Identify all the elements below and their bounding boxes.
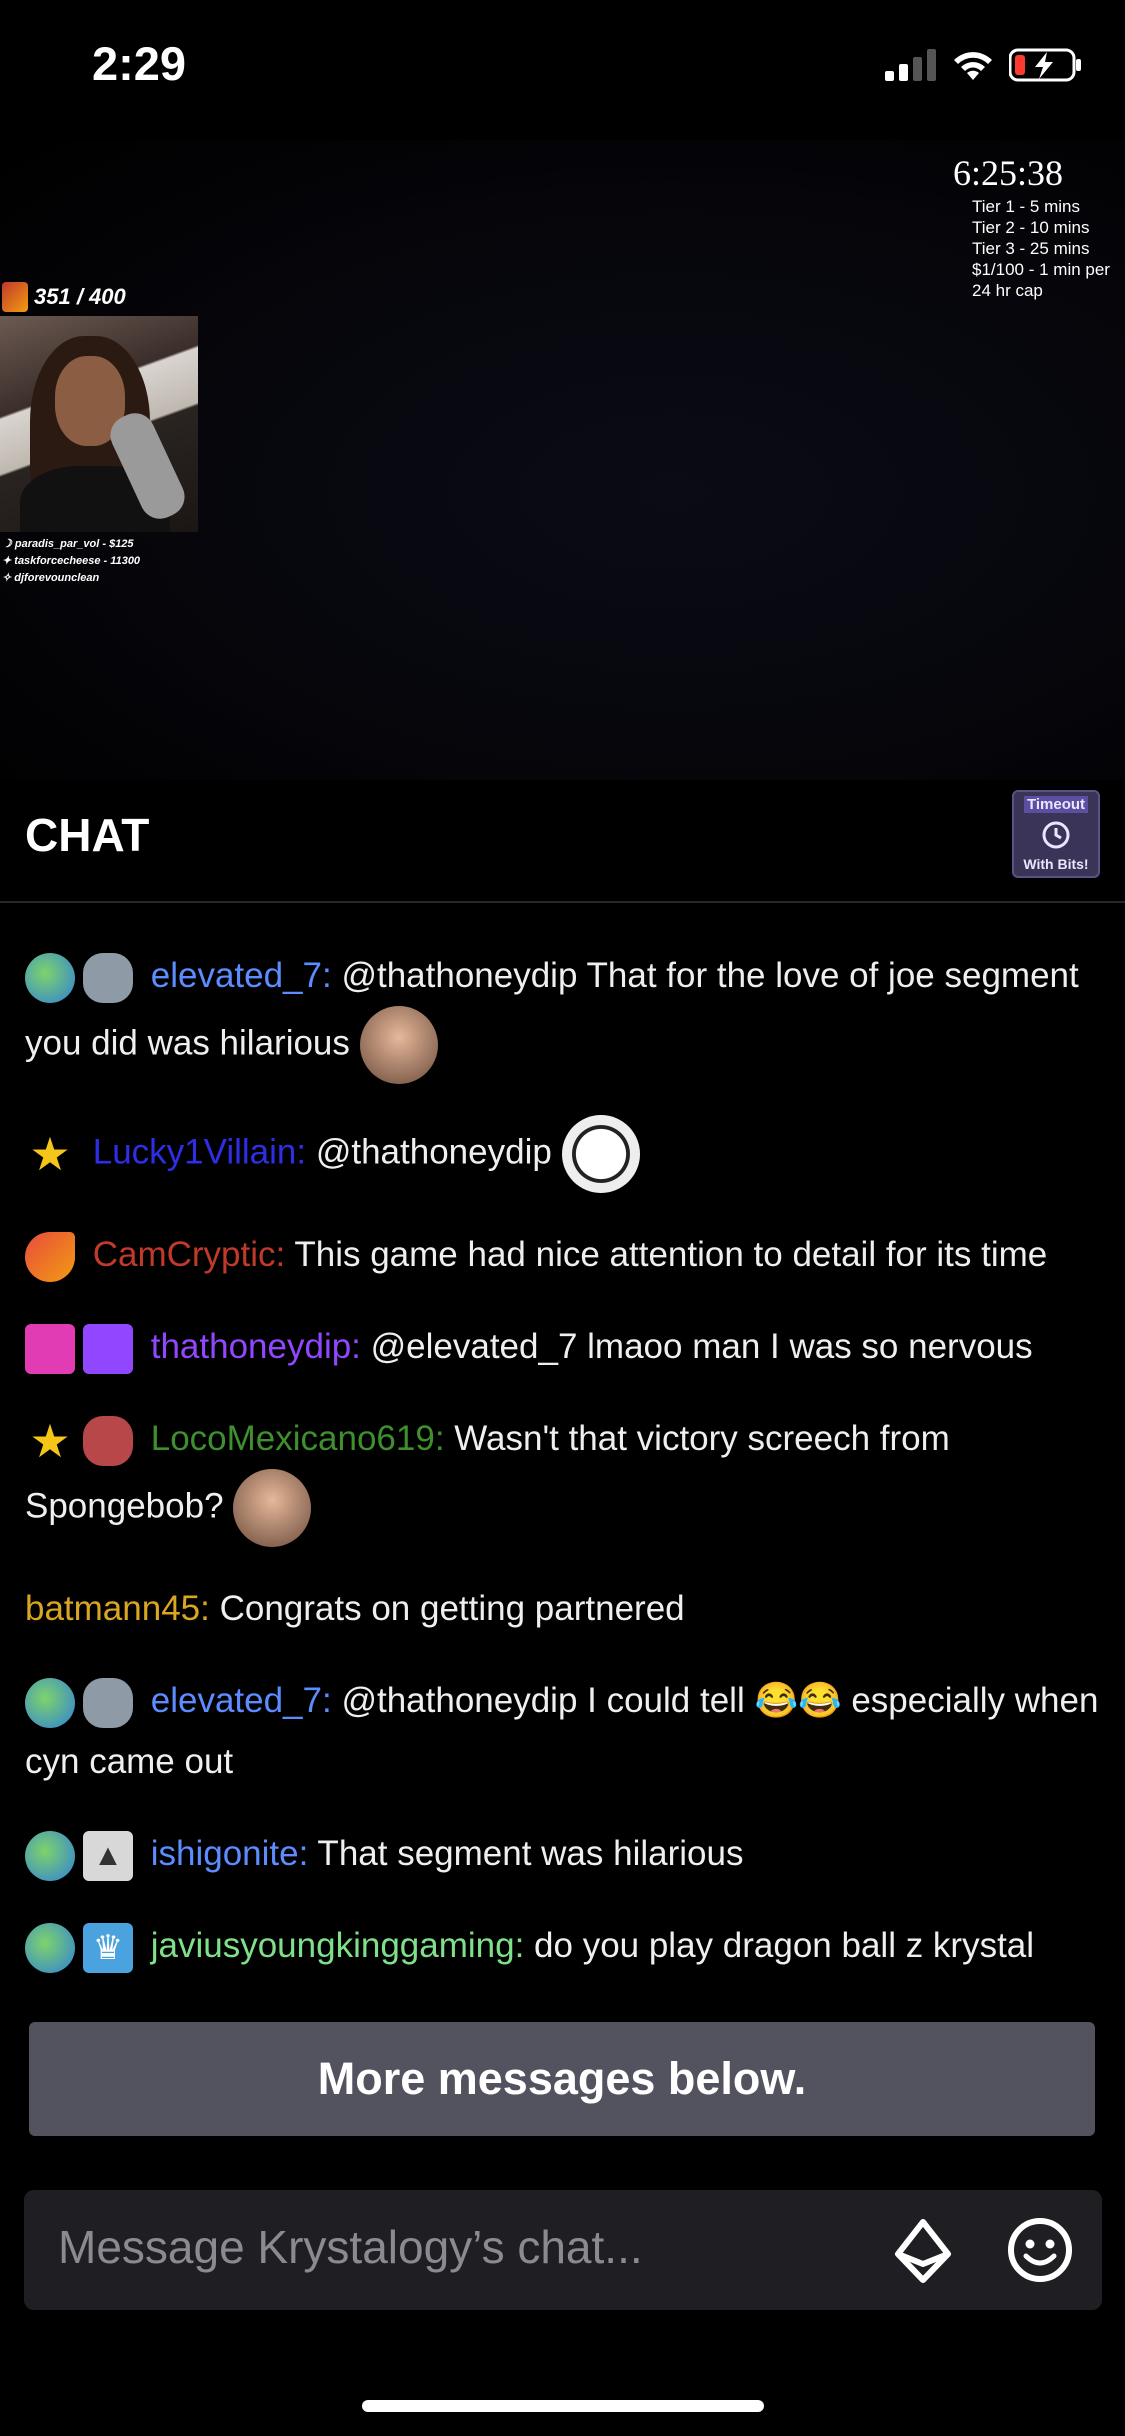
chat-text: Congrats on getting partnered <box>209 1589 685 1628</box>
chat-text: This game had nice attention to detail f… <box>285 1235 1048 1274</box>
wifi-icon <box>954 52 992 80</box>
diamond-badge-icon <box>25 1323 75 1374</box>
signal-icon <box>885 49 936 81</box>
chat-message: batmann45: Congrats on getting partnered <box>25 1578 1105 1639</box>
clock-icon <box>1042 821 1070 848</box>
chat-text: @elevated_7 lmaoo man I was so nervous <box>360 1327 1033 1366</box>
with-bits-label: With Bits! <box>1023 856 1089 872</box>
chat-message: ♛ javiusyoungkinggaming: do you play dra… <box>25 1915 1105 1976</box>
tier-line: Tier 2 - 10 mins <box>972 218 1090 237</box>
subathon-tiers: Tier 1 - 5 mins Tier 2 - 10 mins Tier 3 … <box>972 196 1110 301</box>
top-donors: ☽ paradis_par_vol - $125 ✦ taskforcechee… <box>2 536 140 587</box>
chat-username[interactable]: ishigonite: <box>151 1834 309 1873</box>
chat-username[interactable]: Lucky1Villain: <box>93 1132 306 1171</box>
chat-message: CamCryptic: This game had nice attention… <box>25 1224 1105 1285</box>
chat-text: That segment was hilarious <box>308 1834 744 1873</box>
donor-line: ✦ taskforcecheese - 11300 <box>2 555 141 567</box>
globe-badge-icon <box>25 1830 75 1881</box>
crown-badge-icon: ♛ <box>83 1922 133 1973</box>
sub-goal: 351 / 400 <box>2 282 126 312</box>
chat-username[interactable]: elevated_7: <box>151 1681 332 1720</box>
goal-icon <box>2 282 28 312</box>
tier-line: Tier 1 - 5 mins <box>972 197 1081 216</box>
chat-username[interactable]: javiusyoungkinggaming: <box>151 1926 525 1965</box>
chat-message: elevated_7: @thathoneydip I could tell 😂… <box>25 1670 1105 1792</box>
chat-username[interactable]: elevated_7: <box>151 956 332 995</box>
timeout-with-bits-button[interactable]: Timeout With Bits! <box>1012 790 1100 878</box>
bearded-face-emote <box>233 1469 312 1547</box>
verified-badge-icon <box>83 1323 133 1374</box>
chat-username[interactable]: thathoneydip: <box>151 1327 361 1366</box>
chat-text: do you play dragon ball z krystal <box>524 1926 1035 1965</box>
status-time: 2:29 <box>92 37 187 90</box>
chat-input-placeholder: Message Krystalogy’s chat... <box>58 2221 643 2273</box>
battery-low-charging-icon <box>1009 48 1081 82</box>
chat-message-list[interactable]: elevated_7: @thathoneydip That for the l… <box>25 945 1105 2167</box>
star-badge-icon: ★ <box>29 1414 71 1467</box>
chat-title: CHAT <box>25 809 150 861</box>
emote-picker-button[interactable] <box>1006 2216 1074 2289</box>
donor-line: ☽ paradis_par_vol - $125 <box>2 538 134 550</box>
donor-line: ✧ djforevounclean <box>2 572 100 584</box>
triangle-badge-icon: ▲ <box>83 1830 133 1881</box>
timeout-label: Timeout <box>1023 796 1089 813</box>
chat-username[interactable]: CamCryptic: <box>93 1235 286 1274</box>
robot-badge-icon <box>83 1415 133 1466</box>
star-badge-icon: ★ <box>29 1128 71 1180</box>
chat-message: ★ LocoMexicano619: Wasn't that victory s… <box>25 1408 1105 1547</box>
smiley-icon <box>1008 2218 1072 2282</box>
chat-message: thathoneydip: @elevated_7 lmaoo man I wa… <box>25 1316 1105 1377</box>
webcam-feed <box>0 316 198 532</box>
bits-button[interactable] <box>892 2218 954 2289</box>
tier-line: $1/100 - 1 min per <box>972 260 1110 279</box>
bits-icon <box>895 2219 951 2283</box>
rocket-badge-icon <box>25 1231 75 1282</box>
globe-badge-icon <box>25 1922 75 1973</box>
chat-divider <box>0 901 1125 903</box>
panda-emote <box>561 1115 640 1193</box>
more-messages-below-button[interactable]: More messages below. <box>29 2022 1095 2136</box>
status-icons <box>885 48 1083 82</box>
stream-clock: 6:25:38 <box>953 153 1064 193</box>
home-indicator[interactable] <box>362 2400 764 2412</box>
robot-badge-icon <box>83 952 133 1003</box>
chat-text: @thathoneydip <box>306 1132 562 1172</box>
robot-badge-icon <box>83 1677 133 1728</box>
globe-badge-icon <box>25 1677 75 1728</box>
chat-username[interactable]: batmann45: <box>25 1589 210 1628</box>
chat-message: ★ Lucky1Villain: @thathoneydip <box>25 1115 1105 1193</box>
chat-message: elevated_7: @thathoneydip That for the l… <box>25 945 1105 1084</box>
chat-message: ▲ ishigonite: That segment was hilarious <box>25 1823 1105 1884</box>
globe-badge-icon <box>25 952 75 1003</box>
goal-count: 351 / 400 <box>34 284 126 309</box>
chat-username[interactable]: LocoMexicano619: <box>151 1419 445 1458</box>
bearded-face-emote <box>359 1006 438 1084</box>
tier-line: Tier 3 - 25 mins <box>972 239 1090 258</box>
tier-line: 24 hr cap <box>972 281 1043 300</box>
